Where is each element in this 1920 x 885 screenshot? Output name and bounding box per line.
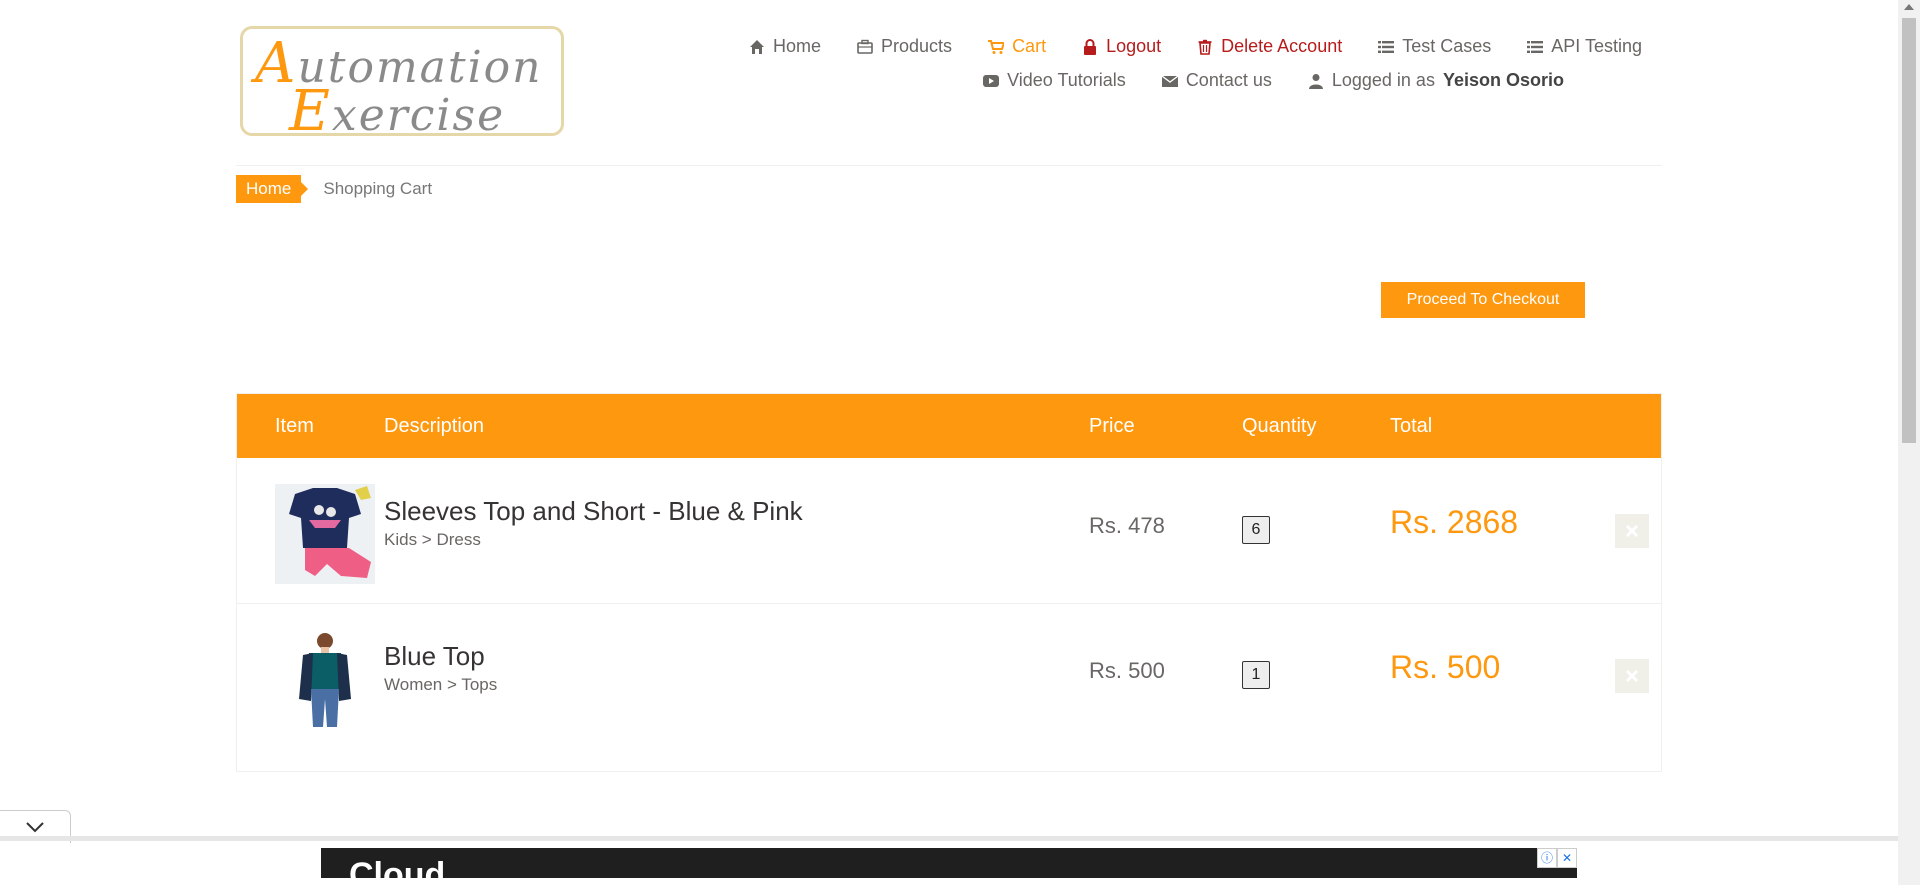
nav-contact-us[interactable]: Contact us: [1161, 70, 1272, 91]
ad-info-icon[interactable]: ⓘ: [1537, 848, 1557, 868]
list-icon: [1378, 40, 1395, 53]
product-total: Rs. 500: [1390, 649, 1501, 685]
header-price: Price: [1089, 415, 1135, 437]
product-image[interactable]: [275, 484, 375, 584]
page-scrollbar[interactable]: [1898, 0, 1920, 885]
header-item: Item: [275, 415, 314, 437]
header-total: Total: [1390, 415, 1433, 437]
header-divider: [236, 165, 1662, 166]
product-price: Rs. 500: [1089, 658, 1165, 683]
delete-item-button[interactable]: [1615, 514, 1649, 548]
site-logo[interactable]: Automation Exercise: [240, 26, 564, 144]
breadcrumb-current: Shopping Cart: [323, 179, 433, 198]
list-icon: [1527, 40, 1544, 53]
briefcase-icon: [857, 39, 873, 54]
close-icon: [1625, 524, 1639, 538]
table-row: Sleeves Top and Short - Blue & Pink Kids…: [237, 458, 1661, 604]
breadcrumb-home[interactable]: Home: [236, 175, 309, 203]
product-total: Rs. 2868: [1390, 504, 1519, 540]
ad-text: Cloud: [349, 856, 446, 878]
user-icon: [1308, 73, 1323, 89]
envelope-icon: [1161, 74, 1178, 87]
nav-api-testing[interactable]: API Testing: [1527, 36, 1642, 57]
nav-delete-account[interactable]: Delete Account: [1197, 36, 1342, 57]
breadcrumb: Home Shopping Cart: [236, 175, 432, 203]
header-quantity: Quantity: [1242, 415, 1317, 437]
table-row: Blue Top Women > Tops Rs. 500 1 Rs. 500: [237, 603, 1661, 748]
ad-banner[interactable]: Cloud ⓘ ✕: [321, 848, 1577, 878]
trash-icon: [1198, 39, 1212, 55]
nav-logout[interactable]: Logout: [1082, 36, 1161, 57]
lock-icon: [1084, 38, 1097, 55]
proceed-to-checkout-button[interactable]: Proceed To Checkout: [1381, 282, 1585, 318]
quantity-box: 1: [1242, 661, 1270, 689]
youtube-icon: [983, 74, 1000, 87]
close-icon: [1625, 669, 1639, 683]
cart-icon: [988, 39, 1005, 54]
delete-item-button[interactable]: [1615, 659, 1649, 693]
ad-divider: [0, 836, 1898, 841]
main-nav: Home Products Cart Logout Delete Account…: [713, 36, 1642, 91]
product-name-link[interactable]: Blue Top: [384, 641, 485, 672]
chevron-down-icon: [26, 822, 44, 833]
product-price: Rs. 478: [1089, 513, 1165, 538]
user-name: Yeison Osorio: [1442, 70, 1564, 90]
logged-in-status: Logged in as Yeison Osorio: [1308, 70, 1564, 91]
nav-test-cases[interactable]: Test Cases: [1378, 36, 1491, 57]
nav-home[interactable]: Home: [749, 36, 821, 57]
nav-cart[interactable]: Cart: [988, 36, 1046, 57]
nav-products[interactable]: Products: [857, 36, 952, 57]
header-description: Description: [384, 415, 485, 437]
nav-video-tutorials[interactable]: Video Tutorials: [983, 70, 1126, 91]
cart-table: Item Description Price Quantity Total Sl…: [236, 393, 1662, 772]
product-name-link[interactable]: Sleeves Top and Short - Blue & Pink: [384, 496, 803, 527]
quantity-box: 6: [1242, 516, 1270, 544]
home-icon: [750, 39, 764, 54]
scrollbar-thumb[interactable]: [1902, 18, 1916, 443]
product-image[interactable]: [275, 629, 375, 729]
cart-table-header: Item Description Price Quantity Total: [237, 394, 1661, 458]
ad-close-icon[interactable]: ✕: [1557, 848, 1577, 868]
scroll-up-arrow-icon[interactable]: [1904, 4, 1914, 10]
product-category: Kids > Dress: [384, 530, 481, 549]
product-category: Women > Tops: [384, 675, 498, 694]
